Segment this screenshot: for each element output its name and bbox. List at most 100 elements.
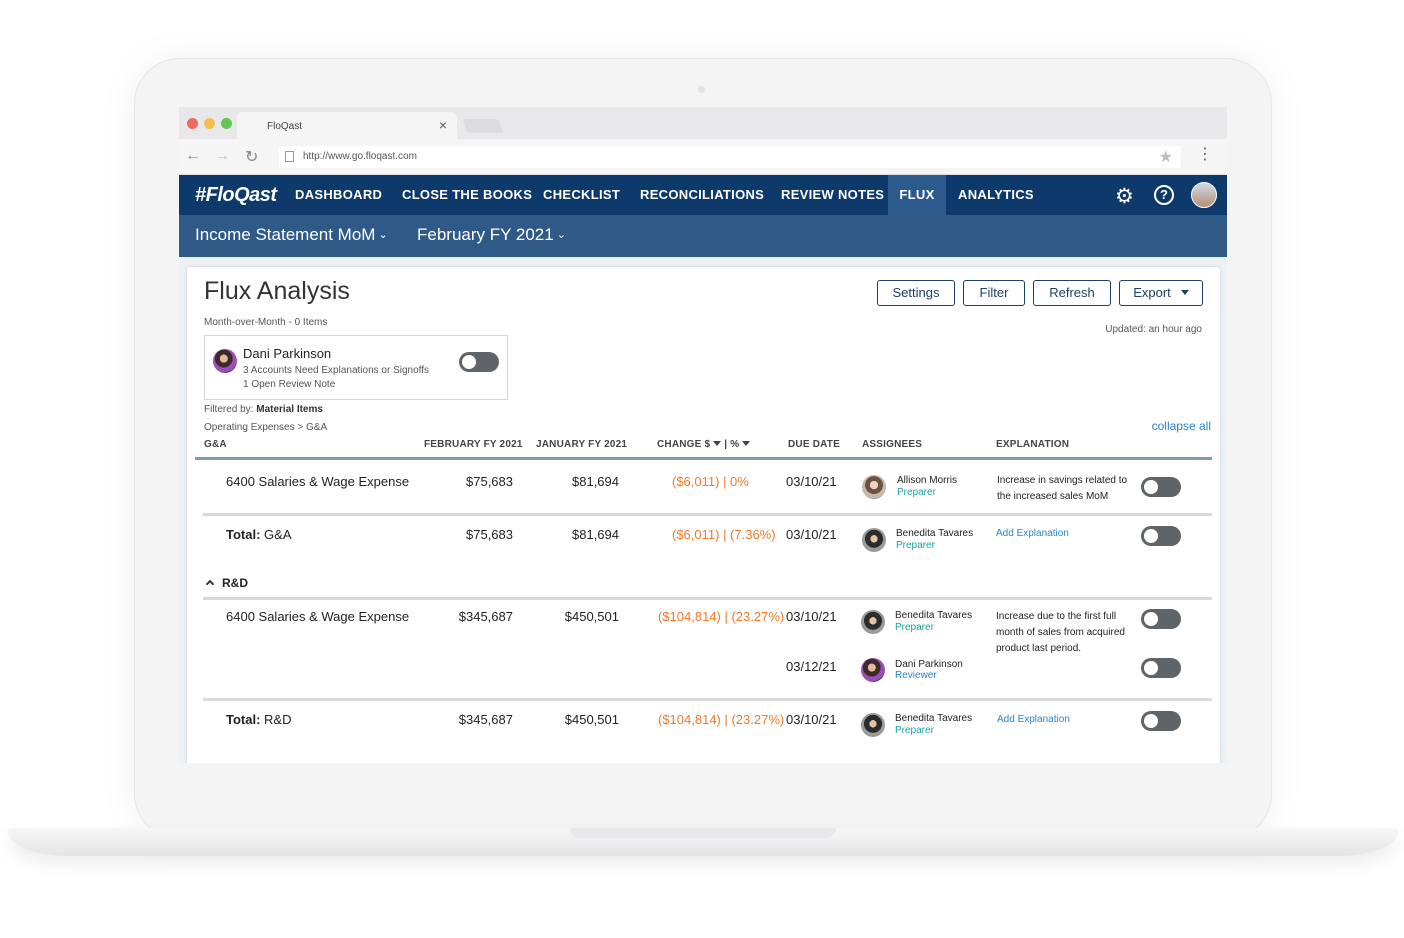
signoff-toggle[interactable]: [1141, 609, 1181, 629]
explanation-text[interactable]: Increase in savings related to the incre…: [997, 473, 1137, 505]
back-arrow-icon[interactable]: ←: [185, 147, 201, 165]
assignee-name[interactable]: Dani Parkinson: [895, 659, 963, 670]
page-subtitle: Month-over-Month - 0 Items: [204, 317, 328, 328]
page-title: Flux Analysis: [204, 277, 350, 305]
assignee-role: Preparer: [895, 622, 934, 633]
account-name[interactable]: 6400 Salaries & Wage Expense: [226, 474, 409, 489]
browser-tab[interactable]: FloQast ×: [237, 112, 457, 139]
explanation-text[interactable]: Increase due to the first full month of …: [996, 609, 1136, 657]
feb-value: $345,687: [458, 609, 513, 624]
add-explanation-link[interactable]: Add Explanation: [997, 714, 1070, 725]
caret-down-icon: [1180, 290, 1189, 295]
floqast-logo[interactable]: #FloQast: [195, 184, 277, 207]
screen: FloQast × ← → ↻ http://www.go.floqast.co…: [179, 107, 1227, 763]
total-bold: Total:: [226, 712, 261, 727]
nav-checklist[interactable]: CHECKLIST: [531, 175, 632, 215]
nav-review-notes[interactable]: REVIEW NOTES: [769, 175, 896, 215]
new-tab-button[interactable]: [462, 119, 504, 133]
window-minimize-dot[interactable]: [204, 118, 215, 129]
user-open-notes: 1 Open Review Note: [243, 379, 336, 390]
account-name[interactable]: 6400 Salaries & Wage Expense: [226, 609, 409, 624]
sort-caret-icon: [713, 441, 722, 446]
nav-close-the-books[interactable]: CLOSE THE BOOKS: [390, 175, 544, 215]
url-field[interactable]: http://www.go.floqast.com ★: [279, 146, 1181, 168]
due-date: 03/10/21: [786, 474, 837, 489]
total-label: Total: R&D: [226, 712, 292, 727]
app-navbar: #FloQast DASHBOARD CLOSE THE BOOKS CHECK…: [179, 175, 1227, 215]
help-icon[interactable]: ?: [1154, 185, 1174, 205]
window-maximize-dot[interactable]: [221, 118, 232, 129]
address-bar: ← → ↻ http://www.go.floqast.com ★ ⋮: [179, 139, 1227, 175]
user-avatar[interactable]: [1191, 182, 1217, 208]
due-date: 03/10/21: [786, 527, 837, 542]
add-explanation-link[interactable]: Add Explanation: [996, 528, 1069, 539]
col-header-explanation: EXPLANATION: [996, 439, 1070, 450]
nav-dashboard[interactable]: DASHBOARD: [283, 175, 394, 215]
statement-label: Income Statement MoM: [195, 225, 376, 244]
statement-selector[interactable]: Income Statement MoM ⌄: [195, 225, 388, 245]
avatar: [861, 658, 885, 682]
nav-reconciliations[interactable]: RECONCILIATIONS: [628, 175, 776, 215]
change-label: CHANGE $: [657, 439, 711, 450]
star-icon[interactable]: ★: [1159, 147, 1173, 167]
chevron-up-icon: [205, 579, 215, 589]
feb-value: $75,683: [466, 527, 513, 542]
change-value: ($6,011) | 0%: [672, 474, 749, 489]
jan-value: $450,501: [564, 609, 619, 624]
assignee-name[interactable]: Benedita Tavares: [895, 713, 972, 724]
jan-value: $81,694: [572, 527, 619, 542]
col-header-due[interactable]: DUE DATE: [788, 439, 840, 450]
due-date: 03/10/21: [786, 712, 837, 727]
updated-timestamp: Updated: an hour ago: [1105, 324, 1202, 335]
window-close-dot[interactable]: [187, 118, 198, 129]
sort-caret-icon: [742, 441, 751, 446]
forward-arrow-icon[interactable]: →: [214, 147, 230, 165]
period-selector[interactable]: February FY 2021 ⌄: [417, 225, 566, 245]
signoff-toggle[interactable]: [1141, 711, 1181, 731]
col-header-feb[interactable]: FEBRUARY FY 2021: [424, 439, 523, 450]
chevron-down-icon: ⌄: [378, 229, 388, 241]
change-value: ($104,814) | (23.27%): [658, 609, 785, 624]
content-area: Flux Analysis Month-over-Month - 0 Items…: [179, 257, 1227, 763]
flux-card: Flux Analysis Month-over-Month - 0 Items…: [187, 267, 1220, 763]
header-divider: [195, 457, 1212, 460]
section-toggle-rnd[interactable]: R&D: [205, 576, 248, 590]
total-group: R&D: [264, 712, 292, 727]
kebab-menu-icon[interactable]: ⋮: [1197, 147, 1213, 163]
col-header-change[interactable]: CHANGE $ | %: [657, 439, 751, 450]
gear-icon[interactable]: ⚙: [1115, 184, 1134, 209]
signoff-toggle[interactable]: [1141, 477, 1181, 497]
avatar: [862, 475, 886, 499]
review-toggle[interactable]: [1141, 658, 1181, 678]
breadcrumb: Operating Expenses > G&A: [204, 422, 328, 433]
export-button[interactable]: Export: [1119, 280, 1203, 306]
settings-button[interactable]: Settings: [877, 280, 955, 306]
jan-value: $81,694: [572, 474, 619, 489]
filtered-label: Filtered by:: [204, 404, 254, 415]
total-group: G&A: [264, 527, 292, 542]
assignee-name[interactable]: Allison Morris: [897, 475, 957, 486]
percent-label: | %: [724, 439, 740, 450]
tab-close-icon[interactable]: ×: [439, 117, 447, 133]
col-header-assignees: ASSIGNEES: [862, 439, 923, 450]
reload-icon[interactable]: ↻: [245, 147, 258, 167]
my-items-toggle[interactable]: [459, 352, 499, 372]
filtered-value: Material Items: [256, 404, 323, 415]
filter-button[interactable]: Filter: [963, 280, 1025, 306]
collapse-all-link[interactable]: collapse all: [1152, 419, 1211, 433]
assignee-role: Preparer: [897, 487, 936, 498]
assignee-name[interactable]: Benedita Tavares: [895, 610, 972, 621]
nav-flux[interactable]: FLUX: [888, 175, 946, 215]
assignee-role: Preparer: [896, 540, 935, 551]
nav-analytics[interactable]: ANALYTICS: [946, 175, 1046, 215]
col-header-jan[interactable]: JANUARY FY 2021: [536, 439, 627, 450]
signoff-toggle[interactable]: [1141, 526, 1181, 546]
avatar: [862, 528, 886, 552]
due-date: 03/10/21: [786, 609, 837, 624]
export-label: Export: [1133, 285, 1171, 300]
change-value: ($6,011) | (7.36%): [672, 527, 776, 542]
refresh-button[interactable]: Refresh: [1033, 280, 1111, 306]
assignee-name[interactable]: Benedita Tavares: [896, 528, 973, 539]
row-divider: [203, 513, 1212, 516]
assignee-role: Reviewer: [895, 670, 937, 681]
